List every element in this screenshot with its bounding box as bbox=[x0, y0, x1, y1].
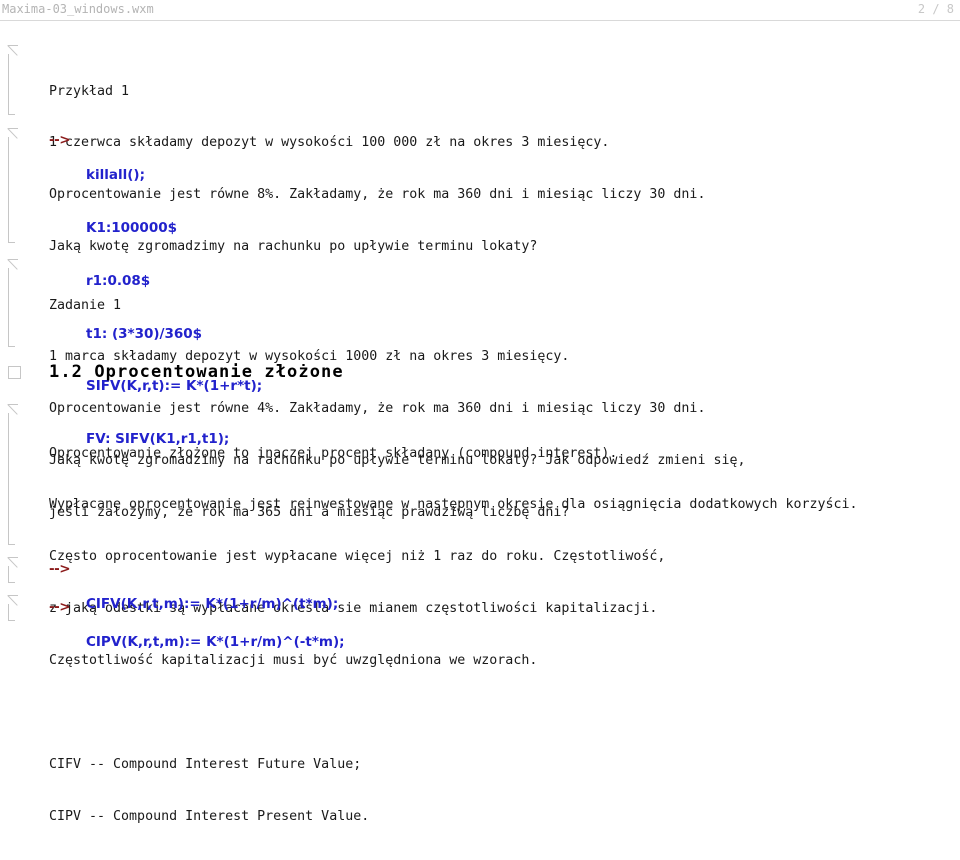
cell-bracket[interactable] bbox=[7, 404, 20, 549]
example-1-text-cell[interactable]: Przykład 1 1 czerwca składamy depozyt w … bbox=[0, 45, 960, 254]
cell-bracket[interactable] bbox=[7, 45, 20, 119]
text-line: CIFV -- Compound Interest Future Value; bbox=[49, 756, 362, 772]
code-cell-cifv[interactable]: --> CIFV(K,r,t,m):= K*(1+r/m)^(t*m); bbox=[0, 557, 960, 612]
cell-bracket[interactable] bbox=[7, 259, 20, 351]
input-prompt: --> bbox=[49, 561, 71, 577]
text-line: Zadanie 1 bbox=[49, 297, 122, 313]
input-prompt: --> bbox=[49, 132, 71, 148]
code-line: K1:100000$ bbox=[86, 219, 178, 236]
code-cell-body[interactable]: --> CIPV(K,r,t,m):= K*(1+r/m)^(-t*m); bbox=[0, 599, 900, 669]
text-line: Przykład 1 bbox=[49, 83, 130, 99]
code-line: CIPV(K,r,t,m):= K*(1+r/m)^(-t*m); bbox=[86, 634, 345, 651]
worksheet-canvas[interactable]: Przykład 1 1 czerwca składamy depozyt w … bbox=[0, 21, 960, 824]
section-heading-cell[interactable]: 1.2 Oprocentowanie złożone bbox=[0, 362, 960, 392]
code-text[interactable]: CIPV(K,r,t,m):= K*(1+r/m)^(-t*m); bbox=[86, 599, 345, 687]
title-bar: Maxima-03_windows.wxm 2 / 8 bbox=[0, 0, 960, 21]
section-collapse-toggle[interactable] bbox=[8, 366, 21, 379]
page-indicator: 2 / 8 bbox=[917, 2, 954, 16]
zadanie-1-text-cell[interactable]: Zadanie 1 1 marca składamy depozyt w wys… bbox=[0, 259, 960, 520]
code-cell-cipv[interactable]: --> CIPV(K,r,t,m):= K*(1+r/m)^(-t*m); bbox=[0, 595, 960, 650]
code-cell-body[interactable]: --> killall(); K1:100000$ r1:0.08$ t1: (… bbox=[0, 132, 900, 447]
input-prompt: --> bbox=[49, 599, 71, 615]
document-title: Maxima-03_windows.wxm bbox=[2, 2, 154, 16]
cell-fold-icon bbox=[7, 404, 18, 415]
text-line: Oprocentowanie złożone to inaczej procen… bbox=[49, 445, 618, 461]
code-line: killall(); bbox=[86, 167, 145, 184]
compound-interest-text-cell[interactable]: Oprocentowanie złożone to inaczej procen… bbox=[0, 404, 960, 824]
cell-fold-icon bbox=[7, 45, 18, 56]
section-heading-1-2: 1.2 Oprocentowanie złożone bbox=[49, 362, 344, 382]
code-cell-example-1[interactable]: --> killall(); K1:100000$ r1:0.08$ t1: (… bbox=[0, 128, 960, 447]
text-line: CIPV -- Compound Interest Present Value. bbox=[49, 808, 370, 824]
text-line-blank bbox=[49, 704, 858, 721]
text-line: Wypłacane oprocentowanie jest reinwestow… bbox=[49, 497, 858, 513]
cell-fold-icon bbox=[7, 259, 18, 270]
